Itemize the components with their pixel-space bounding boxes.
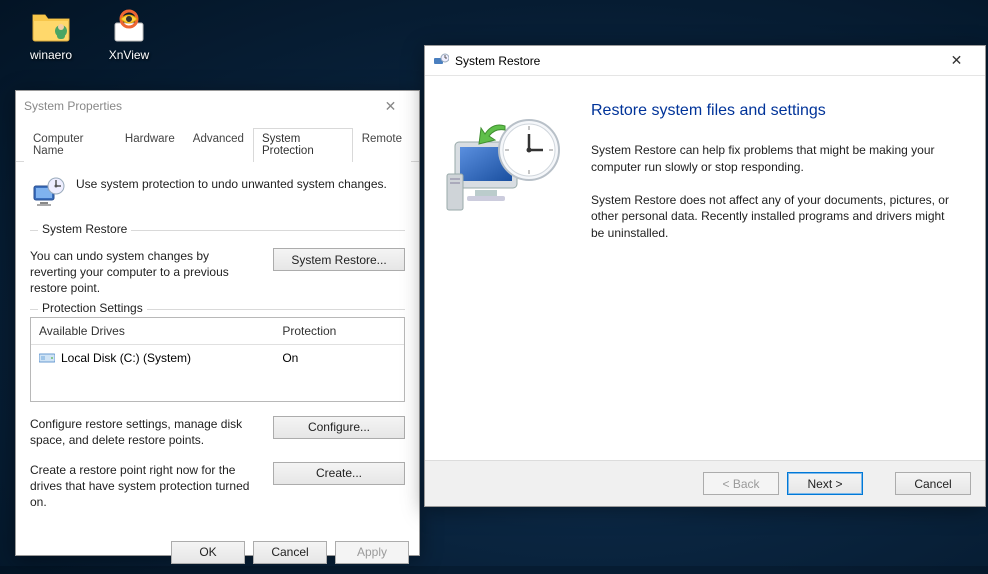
desktop-icon-xnview[interactable]: XnView	[92, 6, 166, 62]
tab-remote[interactable]: Remote	[353, 128, 411, 162]
drive-name: Local Disk (C:) (System)	[61, 351, 191, 365]
restore-description: You can undo system changes by reverting…	[30, 248, 259, 297]
xnview-icon	[105, 6, 153, 46]
drive-icon	[39, 351, 55, 366]
system-restore-icon	[433, 53, 449, 69]
create-button[interactable]: Create...	[273, 462, 405, 485]
tab-computer-name[interactable]: Computer Name	[24, 128, 116, 162]
create-description: Create a restore point right now for the…	[30, 462, 259, 511]
apply-button[interactable]: Apply	[335, 541, 409, 564]
drives-table: Available Drives Protection	[30, 317, 405, 402]
cancel-button[interactable]: Cancel	[253, 541, 327, 564]
wizard-main: Restore system files and settings System…	[585, 76, 985, 460]
group-legend: Protection Settings	[38, 301, 147, 315]
wizard-heading: Restore system files and settings	[591, 102, 961, 120]
desktop-icon-label: XnView	[92, 48, 166, 62]
tab-body: Use system protection to undo unwanted s…	[16, 162, 419, 533]
tab-hardware[interactable]: Hardware	[116, 128, 184, 162]
titlebar[interactable]: System Properties ✕	[16, 91, 419, 121]
drive-row[interactable]: Local Disk (C:) (System) On	[31, 345, 404, 372]
configure-button[interactable]: Configure...	[273, 416, 405, 439]
group-legend: System Restore	[38, 222, 131, 236]
wizard-sidebar	[425, 76, 585, 460]
column-header-protection[interactable]: Protection	[274, 318, 404, 344]
dialog-button-row: OK Cancel Apply	[16, 533, 419, 574]
tab-strip: Computer Name Hardware Advanced System P…	[16, 121, 419, 162]
back-button[interactable]: < Back	[703, 472, 779, 495]
drive-protection: On	[274, 345, 404, 372]
desktop-icon-winaero[interactable]: winaero	[14, 6, 88, 62]
column-header-drives[interactable]: Available Drives	[31, 318, 274, 344]
system-protection-icon	[30, 176, 66, 212]
ok-button[interactable]: OK	[171, 541, 245, 564]
close-icon[interactable]: ✕	[368, 92, 413, 120]
system-restore-group: System Restore You can undo system chang…	[30, 230, 405, 297]
tab-system-protection[interactable]: System Protection	[253, 128, 353, 162]
next-button[interactable]: Next >	[787, 472, 863, 495]
window-title: System Restore	[455, 54, 934, 68]
tab-advanced[interactable]: Advanced	[184, 128, 253, 162]
window-title: System Properties	[24, 99, 368, 113]
wizard-footer: < Back Next > Cancel	[425, 460, 985, 506]
folder-icon	[27, 6, 75, 46]
configure-description: Configure restore settings, manage disk …	[30, 416, 259, 448]
protection-settings-group: Protection Settings Available Drives Pro…	[30, 309, 405, 511]
close-icon[interactable]: ✕	[934, 47, 979, 75]
wizard-paragraph: System Restore does not affect any of yo…	[591, 192, 951, 242]
intro-text: Use system protection to undo unwanted s…	[76, 176, 405, 212]
titlebar[interactable]: System Restore ✕	[425, 46, 985, 76]
cancel-button[interactable]: Cancel	[895, 472, 971, 495]
system-properties-window: System Properties ✕ Computer Name Hardwa…	[15, 90, 420, 556]
desktop-icon-label: winaero	[14, 48, 88, 62]
system-restore-hero-icon	[445, 112, 565, 222]
wizard-paragraph: System Restore can help fix problems tha…	[591, 142, 951, 176]
system-restore-button[interactable]: System Restore...	[273, 248, 405, 271]
system-restore-wizard-window: System Restore ✕	[424, 45, 986, 507]
